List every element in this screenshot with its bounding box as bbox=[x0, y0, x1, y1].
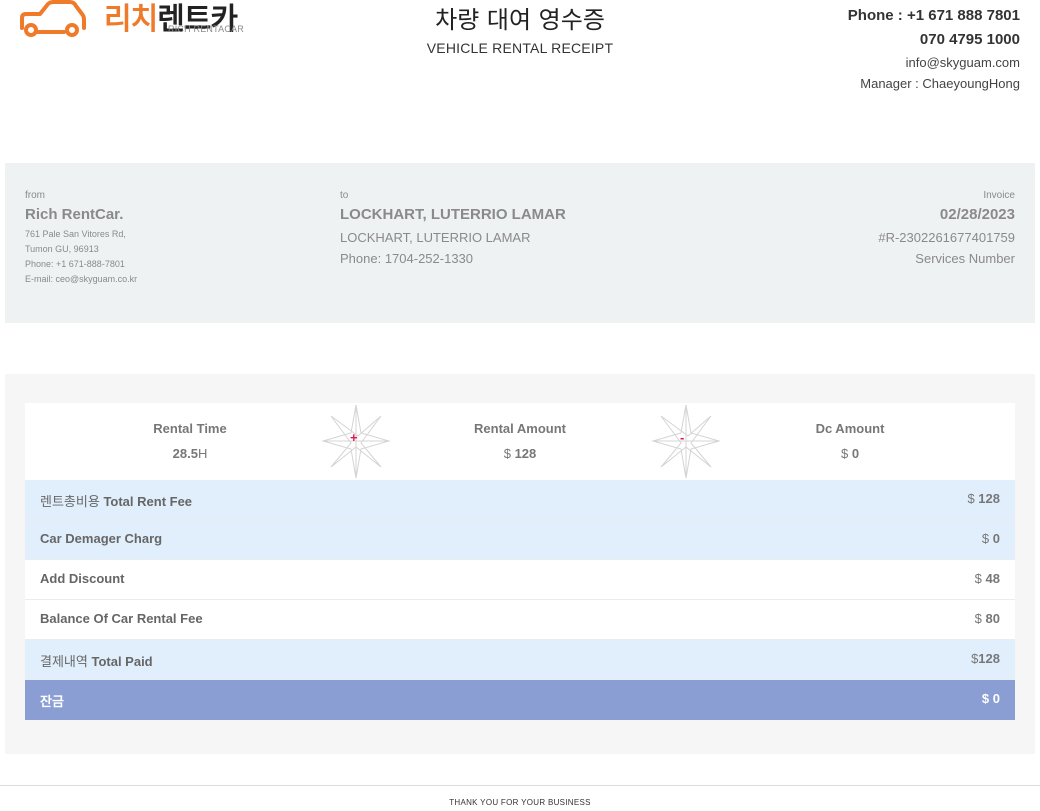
row-currency: $ bbox=[974, 571, 982, 586]
balance-value: $ 80 bbox=[975, 611, 1000, 626]
rental-amount-value: 128 bbox=[514, 446, 537, 461]
car-damage-charge-value: $ 0 bbox=[982, 531, 1000, 546]
contact-manager: Manager : ChaeyoungHong bbox=[860, 76, 1020, 91]
row-amount: 128 bbox=[978, 651, 1000, 666]
dc-amount-value: 0 bbox=[851, 446, 860, 461]
dc-amount-label: Dc Amount bbox=[815, 421, 885, 436]
row-amount: 0 bbox=[992, 531, 1000, 546]
total-paid-row: 결제내역 Total Paid $128 bbox=[25, 640, 1015, 680]
star-decoration-icon bbox=[651, 404, 721, 479]
receipt-summary-section: Rental Time 28.5H + Rental Amount $ 128 bbox=[5, 374, 1035, 754]
row-label-korean: 결제내역 bbox=[40, 655, 88, 670]
row-currency: $ bbox=[981, 531, 990, 546]
add-discount-value: $ 48 bbox=[975, 571, 1000, 586]
contact-block: Phone : +1 671 888 7801 070 4795 1000 in… bbox=[848, 4, 1020, 94]
balance-row: Balance Of Car Rental Fee $ 80 bbox=[25, 600, 1015, 640]
add-discount-row: Add Discount $ 48 bbox=[25, 560, 1015, 600]
to-phone: Phone: 1704-252-1330 bbox=[340, 251, 474, 266]
from-address-2: Tumon GU, 96913 bbox=[25, 244, 99, 254]
row-amount: 0 bbox=[992, 691, 1000, 706]
row-currency: $ bbox=[967, 491, 975, 506]
row-label-korean: 잔금 bbox=[40, 695, 64, 710]
to-name: LOCKHART, LUTERRIO LAMAR bbox=[340, 206, 566, 223]
total-rent-fee-value: $ 128 bbox=[967, 491, 1000, 506]
from-phone: Phone: +1 671-888-7801 bbox=[25, 259, 125, 269]
invoice-date: 02/28/2023 bbox=[939, 206, 1015, 223]
row-label-english: Car Demager Charg bbox=[40, 531, 163, 546]
row-amount: 80 bbox=[985, 611, 1000, 626]
from-block: from Rich RentCar. 761 Pale San Vitores … bbox=[25, 189, 137, 287]
row-label-english: Add Discount bbox=[40, 571, 125, 586]
invoice-number: #R-2302261677401759 bbox=[878, 230, 1015, 245]
car-damage-charge-row: Car Demager Charg $ 0 bbox=[25, 520, 1015, 560]
minus-operator: - bbox=[651, 403, 721, 480]
remaining-balance-row: 잔금 $ 0 bbox=[25, 680, 1015, 720]
footer-divider bbox=[0, 785, 1040, 786]
from-company: Rich RentCar. bbox=[25, 206, 124, 223]
invoice-services-label: Services Number bbox=[915, 251, 1015, 266]
contact-phone: Phone : +1 671 888 7801 bbox=[847, 7, 1020, 24]
row-label-english: Total Paid bbox=[91, 654, 153, 669]
rental-amount-stat: Rental Amount $ 128 bbox=[420, 420, 620, 463]
to-block: to LOCKHART, LUTERRIO LAMAR LOCKHART, LU… bbox=[340, 189, 566, 269]
plus-operator: + bbox=[321, 403, 391, 480]
balance-label: Balance Of Car Rental Fee bbox=[40, 611, 203, 626]
remaining-balance-label: 잔금 bbox=[40, 691, 64, 710]
invoice-block: Invoice 02/28/2023 #R-2302261677401759 S… bbox=[878, 189, 1015, 269]
contact-phone-2: 070 4795 1000 bbox=[919, 31, 1020, 48]
fee-breakdown-table: 렌트총비용 Total Rent Fee $ 128 Car Demager C… bbox=[25, 480, 1015, 720]
rental-time-stat: Rental Time 28.5H bbox=[90, 420, 290, 463]
row-currency: $ bbox=[974, 611, 982, 626]
to-label: to bbox=[340, 190, 349, 201]
dc-amount-value-wrap: $ 0 bbox=[750, 445, 950, 463]
dc-amount-stat: Dc Amount $ 0 bbox=[750, 420, 950, 463]
car-damage-charge-label: Car Demager Charg bbox=[40, 531, 162, 546]
rental-amount-currency: $ bbox=[503, 446, 511, 461]
rental-time-value-wrap: 28.5H bbox=[90, 445, 290, 463]
rental-amount-label: Rental Amount bbox=[474, 421, 566, 436]
from-email: E-mail: ceo@skyguam.co.kr bbox=[25, 274, 138, 284]
from-address-1: 761 Pale San Vitores Rd, bbox=[25, 229, 126, 239]
rental-time-label: Rental Time bbox=[153, 421, 227, 436]
total-paid-label: 결제내역 Total Paid bbox=[40, 651, 153, 670]
footer-thank-you: THANK YOU FOR YOUR BUSINESS bbox=[449, 798, 591, 807]
rental-time-value: 28.5 bbox=[172, 446, 198, 461]
add-discount-label: Add Discount bbox=[40, 571, 125, 586]
row-label-english: Total Rent Fee bbox=[103, 494, 193, 509]
invoice-label: Invoice bbox=[983, 190, 1015, 201]
total-rent-fee-label: 렌트총비용 Total Rent Fee bbox=[40, 491, 192, 510]
remaining-balance-value: $ 0 bbox=[982, 691, 1000, 706]
amount-summary-card: Rental Time 28.5H + Rental Amount $ 128 bbox=[25, 403, 1015, 480]
row-label-korean: 렌트총비용 bbox=[40, 495, 100, 510]
rental-amount-value-wrap: $ 128 bbox=[420, 445, 620, 463]
row-amount: 128 bbox=[978, 491, 1000, 506]
minus-sign: - bbox=[680, 430, 685, 445]
row-amount: 48 bbox=[985, 571, 1000, 586]
receipt-header: 리치렌트카 RICH RENTACAR 차량 대여 영수증 VEHICLE RE… bbox=[0, 0, 1040, 110]
rental-time-unit: H bbox=[197, 446, 208, 461]
to-name-secondary: LOCKHART, LUTERRIO LAMAR bbox=[340, 230, 531, 245]
row-label-english: Balance Of Car Rental Fee bbox=[40, 611, 203, 626]
billing-info-band: from Rich RentCar. 761 Pale San Vitores … bbox=[5, 163, 1035, 323]
total-paid-value: $128 bbox=[971, 651, 1000, 666]
total-rent-fee-row: 렌트총비용 Total Rent Fee $ 128 bbox=[25, 480, 1015, 520]
dc-amount-currency: $ bbox=[840, 446, 849, 461]
from-label: from bbox=[25, 190, 45, 201]
row-currency: $ bbox=[981, 691, 990, 706]
plus-sign: + bbox=[350, 430, 358, 445]
contact-email: info@skyguam.com bbox=[905, 55, 1020, 70]
